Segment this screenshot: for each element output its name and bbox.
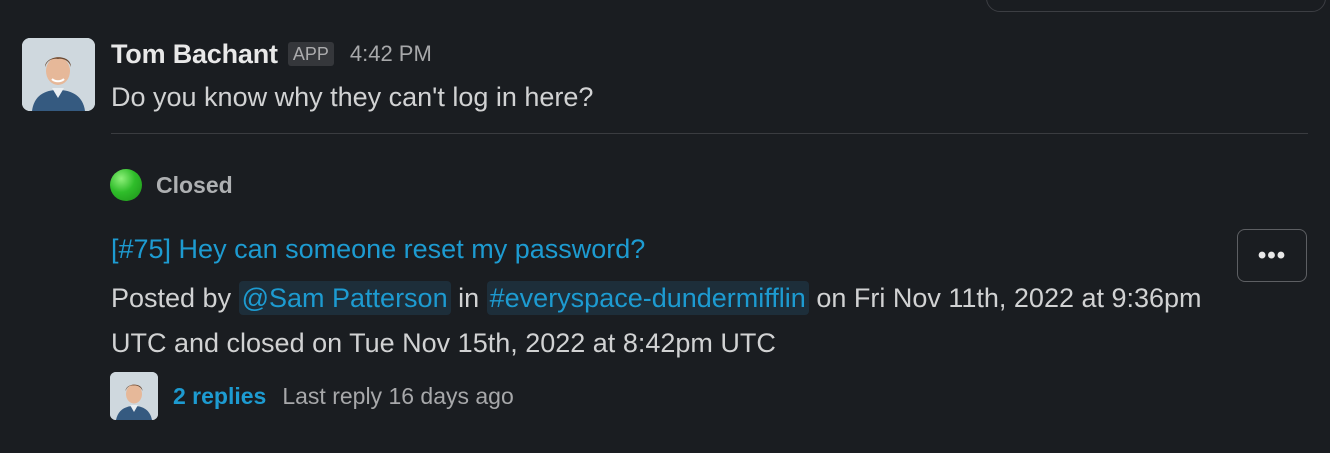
reply-avatar [110,372,158,420]
message-container: Tom Bachant APP 4:42 PM Do you know why … [0,0,1330,453]
ticket-title-link[interactable]: [#75] Hey can someone reset my password? [111,234,645,265]
more-actions-button[interactable]: ••• [1237,229,1307,282]
green-circle-icon [110,169,142,201]
thread-summary[interactable]: 2 replies Last reply 16 days ago [110,372,514,420]
user-photo-icon [22,38,95,111]
divider [111,133,1308,134]
avatar[interactable] [22,38,95,111]
message-timestamp[interactable]: 4:42 PM [350,41,432,67]
ticket-details: Posted by @Sam Patterson in #everyspace-… [111,276,1221,366]
status-label: Closed [156,171,233,198]
app-badge: APP [287,42,334,66]
ellipsis-icon: ••• [1257,241,1287,269]
message-input-edge [986,0,1326,12]
ticket-status: Closed [110,168,233,202]
in-label: in [458,283,480,313]
user-mention[interactable]: @Sam Patterson [238,281,451,315]
last-reply-text: Last reply 16 days ago [282,382,514,409]
replies-link[interactable]: 2 replies [173,383,266,410]
user-photo-icon [110,372,158,420]
posted-by-label: Posted by [111,283,232,313]
message-header: Tom Bachant APP 4:42 PM [111,37,432,71]
channel-link[interactable]: #everyspace-dundermifflin [486,281,809,315]
sender-name[interactable]: Tom Bachant [111,39,278,70]
message-text: Do you know why they can't log in here? [111,82,594,112]
